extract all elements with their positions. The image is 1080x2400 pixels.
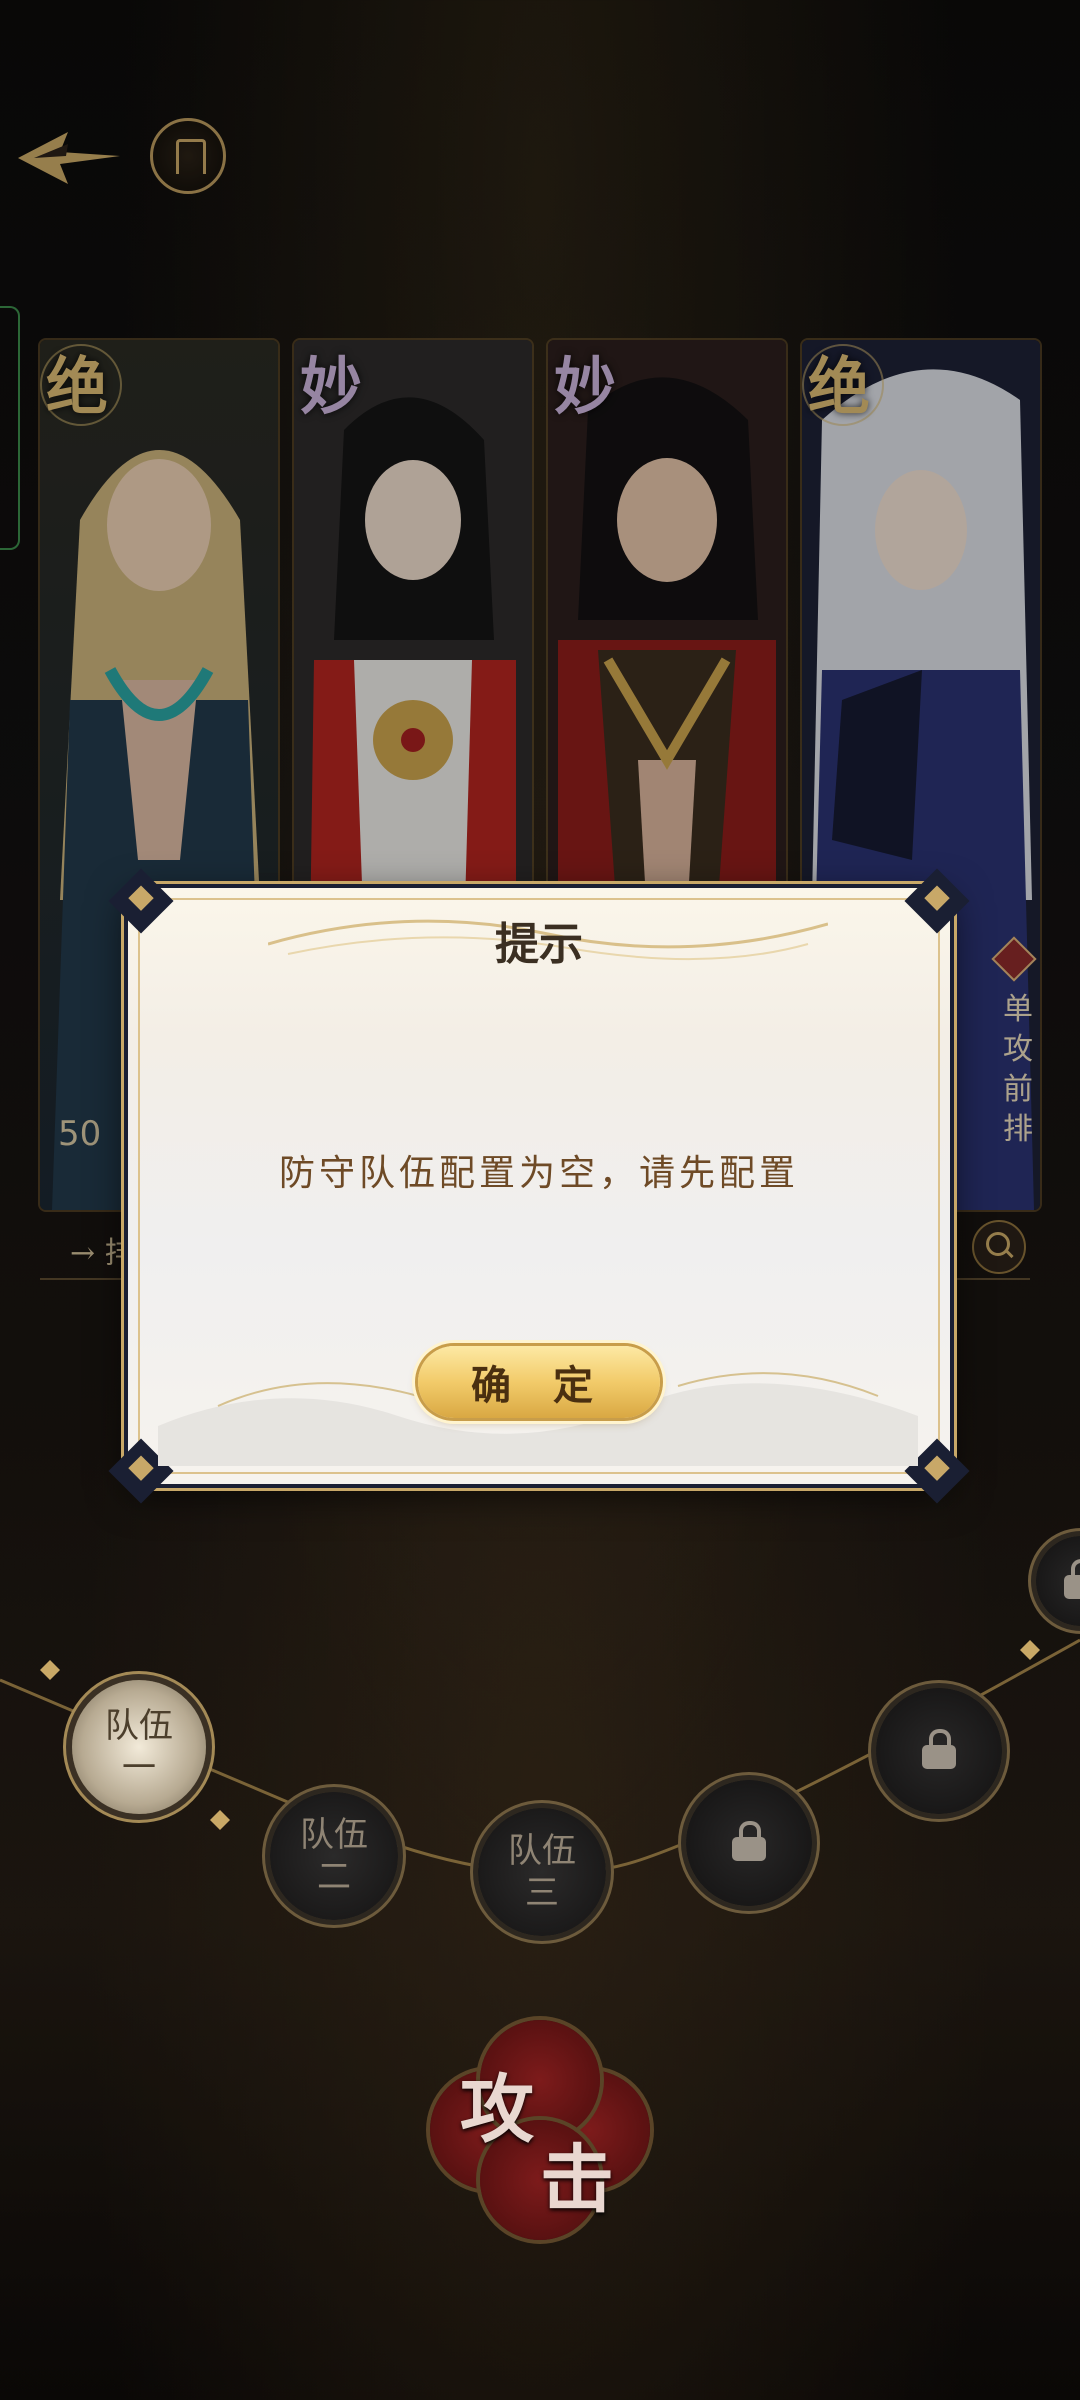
team-number: 二 <box>317 1857 351 1897</box>
locked-team-slot[interactable] <box>876 1688 1002 1814</box>
attack-button[interactable]: 攻 击 <box>430 2020 650 2240</box>
team-label: 队伍 <box>508 1831 576 1871</box>
attack-char: 击 <box>540 2137 614 2223</box>
team-label: 队伍 <box>105 1706 173 1746</box>
lock-icon <box>922 1729 956 1769</box>
attack-char: 攻 <box>460 2067 534 2153</box>
team-number: 三 <box>525 1873 559 1913</box>
alert-dialog: 提示 防守队伍配置为空，请先配置 确 定 <box>108 868 970 1504</box>
team-2-button[interactable]: 队伍 二 <box>270 1792 398 1920</box>
team-label: 队伍 <box>300 1815 368 1855</box>
lock-icon <box>732 1821 766 1861</box>
team-1-button[interactable]: 队伍 一 <box>72 1680 206 1814</box>
team-3-button[interactable]: 队伍 三 <box>478 1808 606 1936</box>
dialog-title: 提示 <box>495 919 583 970</box>
team-number: 一 <box>122 1748 156 1788</box>
confirm-button[interactable]: 确 定 <box>418 1346 660 1418</box>
locked-team-slot[interactable] <box>686 1780 812 1906</box>
dialog-message: 防守队伍配置为空，请先配置 <box>278 1153 799 1194</box>
lock-icon <box>1064 1559 1080 1599</box>
team-path: 队伍 一 队伍 二 队伍 三 <box>0 1536 1080 1980</box>
